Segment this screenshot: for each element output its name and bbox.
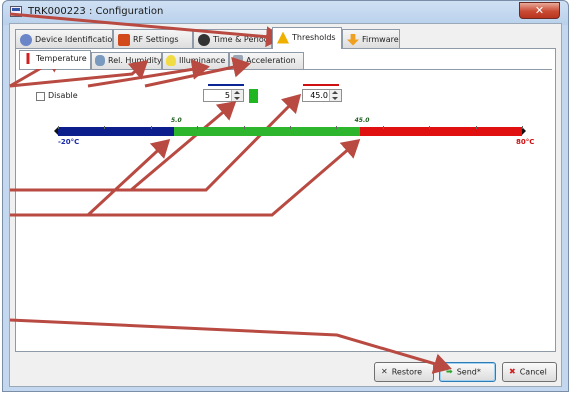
normal-range-swatch — [249, 89, 258, 103]
cancel-x-icon: ✖ — [509, 367, 516, 376]
disable-label: Disable — [48, 91, 78, 100]
scale-tick — [58, 126, 59, 129]
thermometer-icon — [23, 53, 33, 64]
scale-tick — [104, 126, 105, 129]
send-button[interactable]: ➡ Send* — [439, 362, 496, 382]
scale-tick — [429, 126, 430, 129]
spin-updown-icon[interactable] — [231, 90, 243, 101]
range-min-label: -20°C — [58, 138, 80, 146]
scale-tick — [244, 126, 245, 129]
scale-tick — [476, 126, 477, 129]
scale-tick — [290, 126, 291, 129]
tab-rel-humidity[interactable]: Rel. Humidity — [91, 52, 162, 69]
high-threshold-line — [303, 84, 339, 86]
tab-temperature[interactable]: Temperature — [19, 50, 91, 69]
low-marker-label: 5.0 — [171, 117, 182, 124]
temperature-panel — [19, 69, 552, 350]
disable-checkbox[interactable] — [36, 92, 45, 101]
tab-device-identification[interactable]: Device Identification — [15, 29, 117, 49]
restore-button[interactable]: ✕ Restore — [374, 362, 434, 382]
warning-icon — [277, 31, 289, 44]
title-bar[interactable]: TRK000223 : Configuration ✕ — [3, 1, 568, 23]
device-icon — [20, 33, 32, 46]
config-window: TRK000223 : Configuration ✕ Device Ident… — [2, 0, 569, 392]
high-marker-label: 45.0 — [354, 117, 370, 124]
send-arrow-icon: ➡ — [446, 367, 453, 376]
normal-range-segment — [174, 127, 360, 136]
tab-time-period[interactable]: Time & Period — [193, 29, 272, 49]
low-threshold-spinner[interactable]: 5 — [203, 89, 244, 102]
thresholds-page: Temperature Rel. Humidity Illuminance Ac… — [15, 48, 556, 352]
window-title: TRK000223 : Configuration — [28, 6, 164, 17]
humidity-icon — [95, 55, 105, 66]
scale-tick — [336, 126, 337, 129]
tab-thresholds[interactable]: Thresholds — [272, 27, 342, 49]
download-icon — [347, 33, 359, 46]
restore-x-icon: ✕ — [381, 367, 388, 376]
spin-updown-icon[interactable] — [329, 90, 341, 101]
range-max-label: 80°C — [516, 138, 535, 146]
close-button[interactable]: ✕ — [519, 2, 560, 19]
scale-tick — [522, 126, 523, 129]
dialog-body: Device Identification RF Settings Time &… — [9, 23, 562, 387]
rf-antenna-icon — [118, 33, 130, 46]
tab-acceleration[interactable]: Acceleration — [229, 52, 304, 69]
window-icon — [10, 6, 22, 17]
scale-tick — [383, 126, 384, 129]
clock-icon — [198, 33, 210, 46]
tab-illuminance[interactable]: Illuminance — [162, 52, 229, 69]
cancel-button[interactable]: ✖ Cancel — [502, 362, 557, 382]
low-range-segment — [58, 127, 174, 136]
high-threshold-spinner[interactable]: 45.0 — [302, 89, 342, 102]
low-threshold-line — [208, 84, 244, 86]
tab-firmware[interactable]: Firmware — [342, 29, 400, 49]
scale-tick — [197, 126, 198, 129]
tab-rf-settings[interactable]: RF Settings — [113, 29, 193, 49]
close-icon: ✕ — [534, 4, 545, 17]
scale-tick — [151, 126, 152, 129]
lightbulb-icon — [166, 55, 176, 66]
acceleration-icon — [233, 55, 243, 66]
